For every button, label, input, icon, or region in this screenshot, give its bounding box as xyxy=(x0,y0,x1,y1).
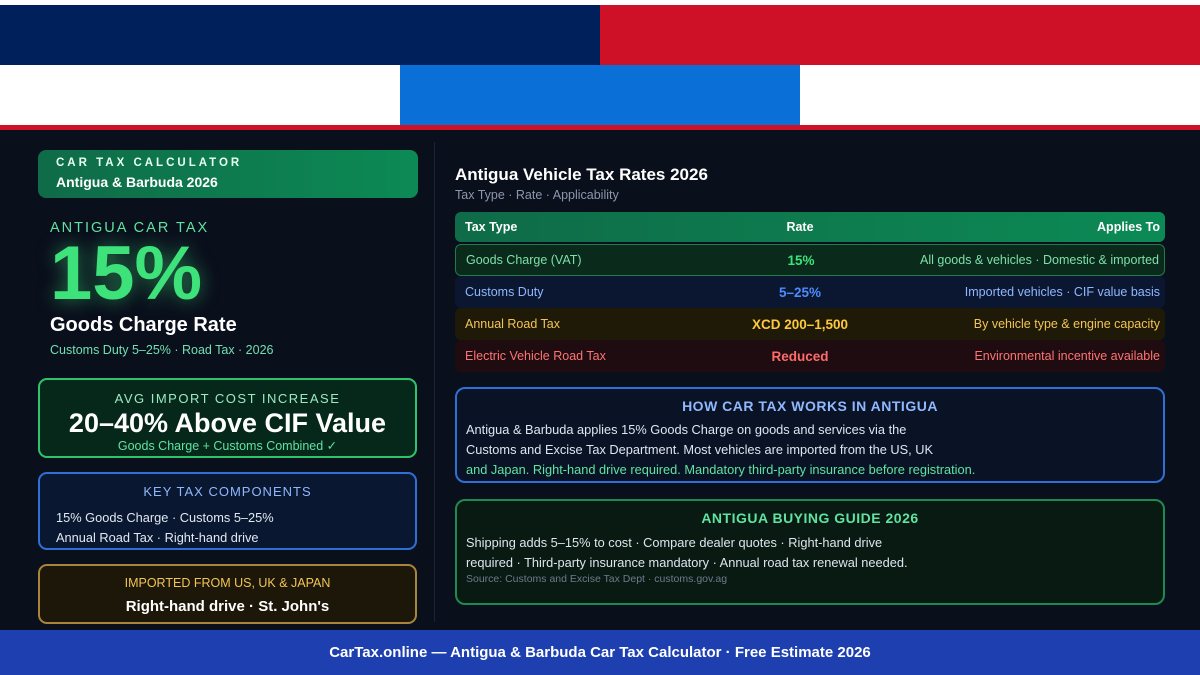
row-applies-to: By vehicle type & engine capacity xyxy=(973,317,1160,331)
buying-guide-card: ANTIGUA BUYING GUIDE 2026 Shipping adds … xyxy=(455,499,1165,605)
flag-top-right-band xyxy=(600,5,1200,65)
origin-box: IMPORTED FROM US, UK & JAPAN Right-hand … xyxy=(38,564,417,624)
row-tax-type: Goods Charge (VAT) xyxy=(466,253,582,267)
buying-guide-line: required · Third-party insurance mandato… xyxy=(466,555,908,570)
table-row: Electric Vehicle Road Tax Reduced Enviro… xyxy=(455,340,1165,372)
origin-value: Right-hand drive · St. John's xyxy=(125,598,330,615)
import-cost-note: Goods Charge + Customs Combined ✓ xyxy=(117,439,338,453)
how-it-works-title: HOW CAR TAX WORKS IN ANTIGUA xyxy=(682,398,938,414)
origin-label: IMPORTED FROM US, UK & JAPAN xyxy=(124,576,331,590)
how-it-works-line: Customs and Excise Tax Department. Most … xyxy=(466,442,934,457)
hero-rate: 15% xyxy=(50,231,203,316)
key-components-text: 15% Goods Charge · Customs 5–25% Annual … xyxy=(56,508,415,548)
footer-text: CarTax.online — Antigua & Barbuda Car Ta… xyxy=(329,644,871,661)
row-applies-to: Imported vehicles · CIF value basis xyxy=(964,285,1160,299)
header-tax-type: Tax Type xyxy=(465,220,518,234)
tax-rates-table: Tax Type Rate Applies To Goods Charge (V… xyxy=(455,212,1165,372)
buying-guide-text: Shipping adds 5–15% to cost · Compare de… xyxy=(466,533,1163,573)
row-applies-to: All goods & vehicles · Domestic & import… xyxy=(920,253,1159,267)
header-applies-to: Applies To xyxy=(1097,220,1160,234)
brand-subtitle: Antigua & Barbuda 2026 xyxy=(56,174,218,190)
row-applies-to: Environmental incentive available xyxy=(974,349,1160,363)
hero-rate-label: Goods Charge Rate xyxy=(50,314,237,336)
row-tax-type: Customs Duty xyxy=(465,285,544,299)
hero-sub: Customs Duty 5–25% · Road Tax · 2026 xyxy=(50,343,274,357)
buying-guide-title: ANTIGUA BUYING GUIDE 2026 xyxy=(701,510,919,526)
table-row: Annual Road Tax XCD 200–1,500 By vehicle… xyxy=(455,308,1165,340)
import-cost-label: AVG IMPORT COST INCREASE xyxy=(114,391,341,406)
table-row: Goods Charge (VAT) 15% All goods & vehic… xyxy=(455,244,1165,276)
how-it-works-text: Antigua & Barbuda applies 15% Goods Char… xyxy=(466,420,1163,460)
row-rate: 15% xyxy=(787,252,815,268)
row-rate: 5–25% xyxy=(778,284,822,300)
table-row: Customs Duty 5–25% Imported vehicles · C… xyxy=(455,276,1165,308)
buying-guide-line: Shipping adds 5–15% to cost · Compare de… xyxy=(466,535,883,550)
how-it-works-card: HOW CAR TAX WORKS IN ANTIGUA Antigua & B… xyxy=(455,387,1165,483)
row-tax-type: Electric Vehicle Road Tax xyxy=(465,349,606,363)
key-components-line: Annual Road Tax · Right-hand drive xyxy=(56,530,259,545)
header-rate: Rate xyxy=(786,220,814,234)
import-cost-value: 20–40% Above CIF Value xyxy=(68,408,387,438)
how-it-works-line: and Japan. Right-hand drive required. Ma… xyxy=(466,462,976,477)
buying-guide-source: Source: Customs and Excise Tax Dept · cu… xyxy=(466,573,728,585)
row-tax-type: Annual Road Tax xyxy=(465,317,560,331)
table-header-row: Tax Type Rate Applies To xyxy=(455,212,1165,242)
flag-top-left-band xyxy=(0,5,600,65)
row-rate: XCD 200–1,500 xyxy=(751,316,849,332)
rates-section-subtitle: Tax Type · Rate · Applicability xyxy=(455,188,619,202)
footer-banner: CarTax.online — Antigua & Barbuda Car Ta… xyxy=(0,630,1200,675)
flag-middle-band xyxy=(400,65,800,125)
column-divider xyxy=(434,142,435,622)
key-components-line: 15% Goods Charge · Customs 5–25% xyxy=(56,510,274,525)
row-rate: Reduced xyxy=(771,348,829,364)
how-it-works-line: Antigua & Barbuda applies 15% Goods Char… xyxy=(466,422,907,437)
rates-section-title: Antigua Vehicle Tax Rates 2026 xyxy=(455,165,708,184)
flag-red-stripe xyxy=(0,125,1200,130)
flag-banner xyxy=(0,0,1200,130)
brand-badge: CAR TAX CALCULATOR Antigua & Barbuda 202… xyxy=(38,150,418,198)
import-cost-box: AVG IMPORT COST INCREASE 20–40% Above CI… xyxy=(38,378,417,458)
brand-label: CAR TAX CALCULATOR xyxy=(56,157,243,169)
key-components-box: KEY TAX COMPONENTS 15% Goods Charge · Cu… xyxy=(38,472,417,550)
key-components-title: KEY TAX COMPONENTS xyxy=(143,484,312,499)
